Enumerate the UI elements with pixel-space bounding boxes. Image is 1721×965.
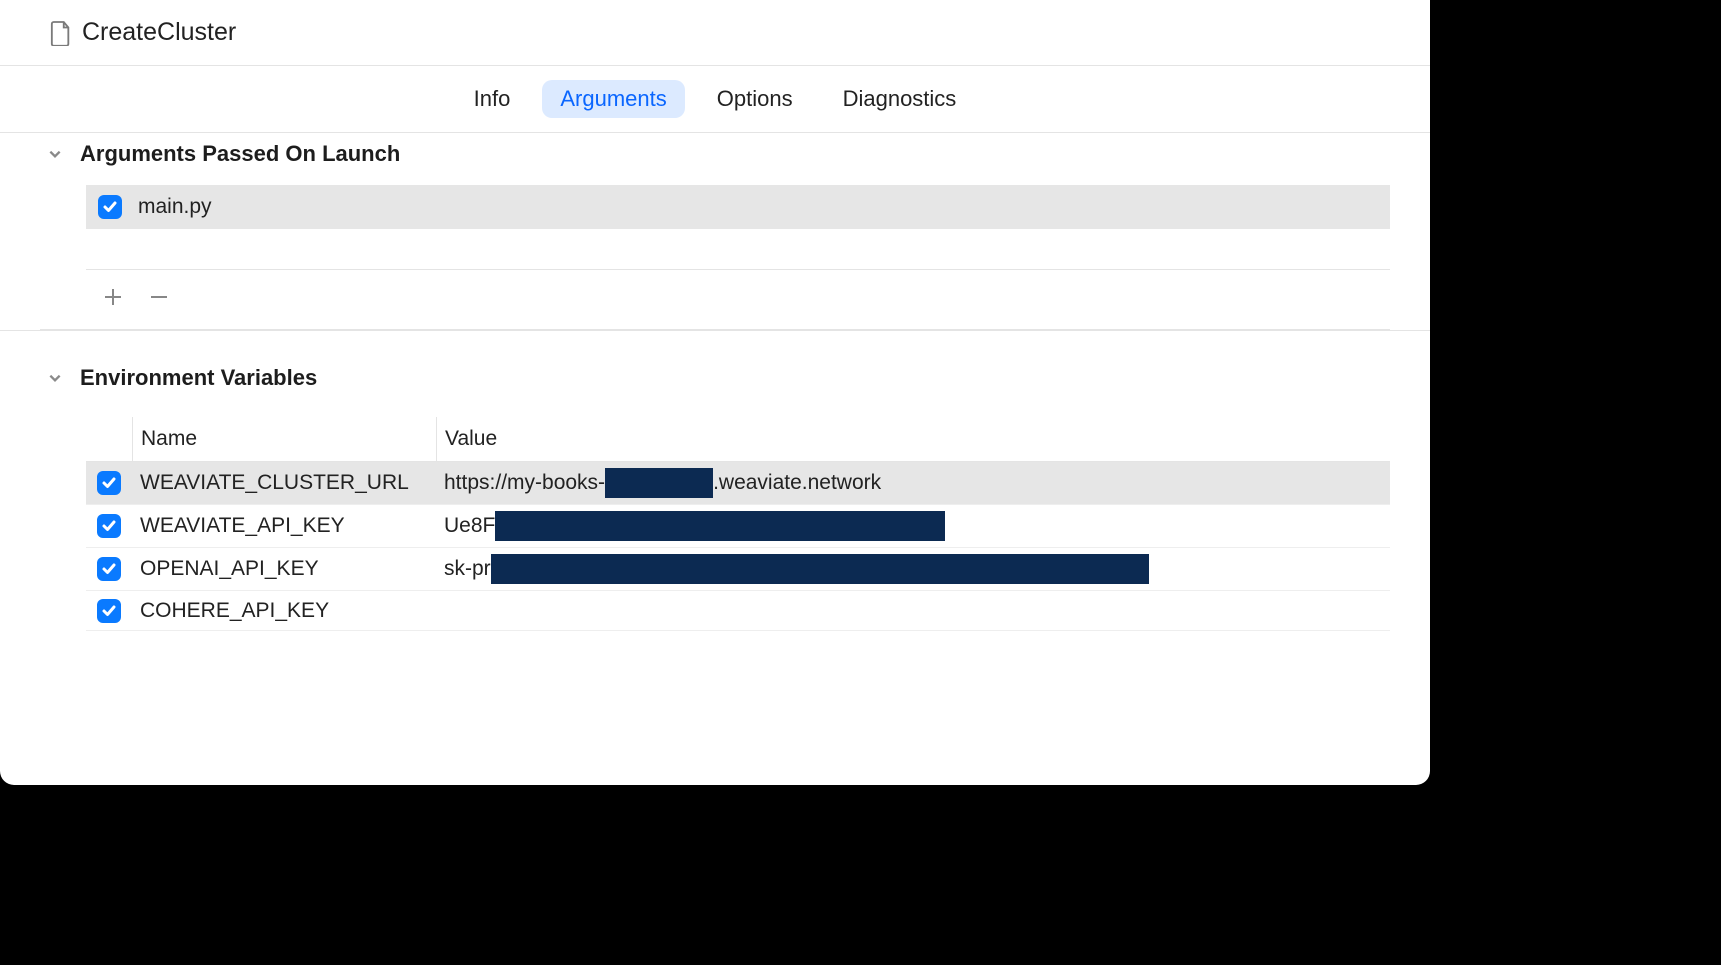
add-argument-button[interactable] [102, 286, 124, 313]
env-checkbox[interactable] [97, 471, 121, 495]
tab-options[interactable]: Options [699, 80, 811, 118]
scheme-editor-window: CreateCluster Info Arguments Options Dia… [0, 0, 1430, 785]
env-row[interactable]: WEAVIATE_API_KEY Ue8F [86, 505, 1390, 548]
env-value[interactable] [436, 605, 1390, 617]
env-value-suffix: .weaviate.network [713, 471, 881, 495]
file-icon [50, 20, 72, 46]
env-checkbox[interactable] [97, 599, 121, 623]
env-checkbox-cell [86, 510, 132, 542]
env-value-prefix: sk-pr [444, 557, 491, 581]
chevron-down-icon [48, 371, 62, 385]
argument-row[interactable]: main.py [86, 185, 1390, 229]
tab-diagnostics[interactable]: Diagnostics [825, 80, 975, 118]
argument-row-empty[interactable] [86, 229, 1390, 269]
env-name[interactable]: COHERE_API_KEY [132, 593, 436, 629]
env-checkbox[interactable] [97, 514, 121, 538]
env-row[interactable]: OPENAI_API_KEY sk-pr [86, 548, 1390, 591]
env-header-name[interactable]: Name [132, 417, 436, 461]
env-header-blank [86, 417, 132, 461]
env-value-prefix: https://my-books- [444, 471, 605, 495]
env-checkbox[interactable] [97, 557, 121, 581]
env-value[interactable]: Ue8F [436, 505, 1390, 547]
argument-value: main.py [138, 195, 212, 219]
redacted-block [605, 468, 713, 498]
section-header-env[interactable]: Environment Variables [40, 357, 1390, 409]
titlebar: CreateCluster [0, 0, 1430, 66]
env-row[interactable]: COHERE_API_KEY [86, 591, 1390, 631]
arguments-toolbar [40, 270, 1390, 330]
env-value[interactable]: https://my-books- .weaviate.network [436, 462, 1390, 504]
section-arguments: Arguments Passed On Launch main.py [0, 133, 1430, 330]
argument-checkbox[interactable] [98, 195, 122, 219]
env-name[interactable]: WEAVIATE_CLUSTER_URL [132, 465, 436, 501]
env-header-value[interactable]: Value [436, 417, 1390, 461]
tab-info[interactable]: Info [456, 80, 529, 118]
env-name[interactable]: WEAVIATE_API_KEY [132, 508, 436, 544]
page-title: CreateCluster [82, 18, 236, 47]
chevron-down-icon [48, 147, 62, 161]
env-checkbox-cell [86, 553, 132, 585]
env-table-header: Name Value [86, 417, 1390, 462]
remove-argument-button[interactable] [148, 286, 170, 313]
tab-bar: Info Arguments Options Diagnostics [0, 66, 1430, 132]
redacted-block [495, 511, 945, 541]
env-row[interactable]: WEAVIATE_CLUSTER_URL https://my-books- .we… [86, 462, 1390, 505]
env-value-prefix: Ue8F [444, 514, 495, 538]
tab-arguments[interactable]: Arguments [542, 80, 684, 118]
env-table: Name Value WEAVIATE_CLUSTER_URLhttps://m… [86, 417, 1390, 631]
env-checkbox-cell [86, 595, 132, 627]
arguments-list: main.py [86, 185, 1390, 270]
env-checkbox-cell [86, 467, 132, 499]
section-title-env: Environment Variables [80, 365, 317, 391]
env-value[interactable]: sk-pr [436, 548, 1390, 590]
section-environment: Environment Variables Name Value WEAVIAT… [0, 331, 1430, 631]
redacted-block [491, 554, 1149, 584]
env-name[interactable]: OPENAI_API_KEY [132, 551, 436, 587]
section-title-arguments: Arguments Passed On Launch [80, 141, 400, 167]
section-header-arguments[interactable]: Arguments Passed On Launch [40, 133, 1390, 185]
